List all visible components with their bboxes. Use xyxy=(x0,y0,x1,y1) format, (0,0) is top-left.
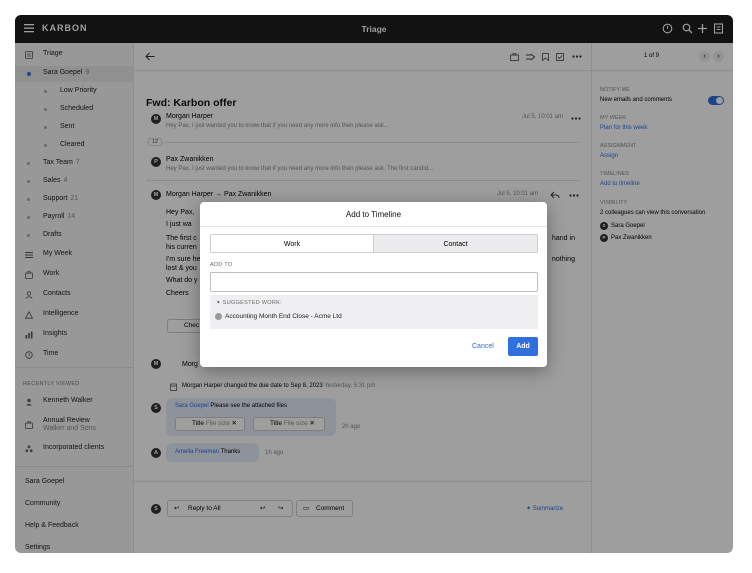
add-to-timeline-dialog: Add to Timeline Work Contact ADD TO ✦ SU… xyxy=(200,202,547,367)
tab-contact[interactable]: Contact xyxy=(373,234,538,253)
suggested-work-panel: ✦ SUGGESTED WORK: Accounting Month End C… xyxy=(210,295,538,329)
sparkle-icon: ✦ xyxy=(216,300,221,306)
app-window: KARBON Triage Triage Sara Goepel 9 Low Pr… xyxy=(15,15,733,553)
add-button[interactable]: Add xyxy=(508,337,538,356)
dialog-title: Add to Timeline xyxy=(345,210,402,219)
divider xyxy=(200,226,547,227)
client-avatar xyxy=(215,313,222,320)
suggested-label: SUGGESTED WORK: xyxy=(222,300,282,306)
add-to-label: ADD TO xyxy=(210,262,233,268)
cancel-button[interactable]: Cancel xyxy=(472,343,494,350)
add-to-input[interactable] xyxy=(210,272,538,292)
suggested-item[interactable]: Accounting Month End Close - Acme Ltd xyxy=(215,313,342,320)
suggested-heading: ✦ SUGGESTED WORK: xyxy=(216,300,282,306)
tab-work[interactable]: Work xyxy=(210,234,374,253)
suggested-item-label: Accounting Month End Close - Acme Ltd xyxy=(225,313,342,321)
